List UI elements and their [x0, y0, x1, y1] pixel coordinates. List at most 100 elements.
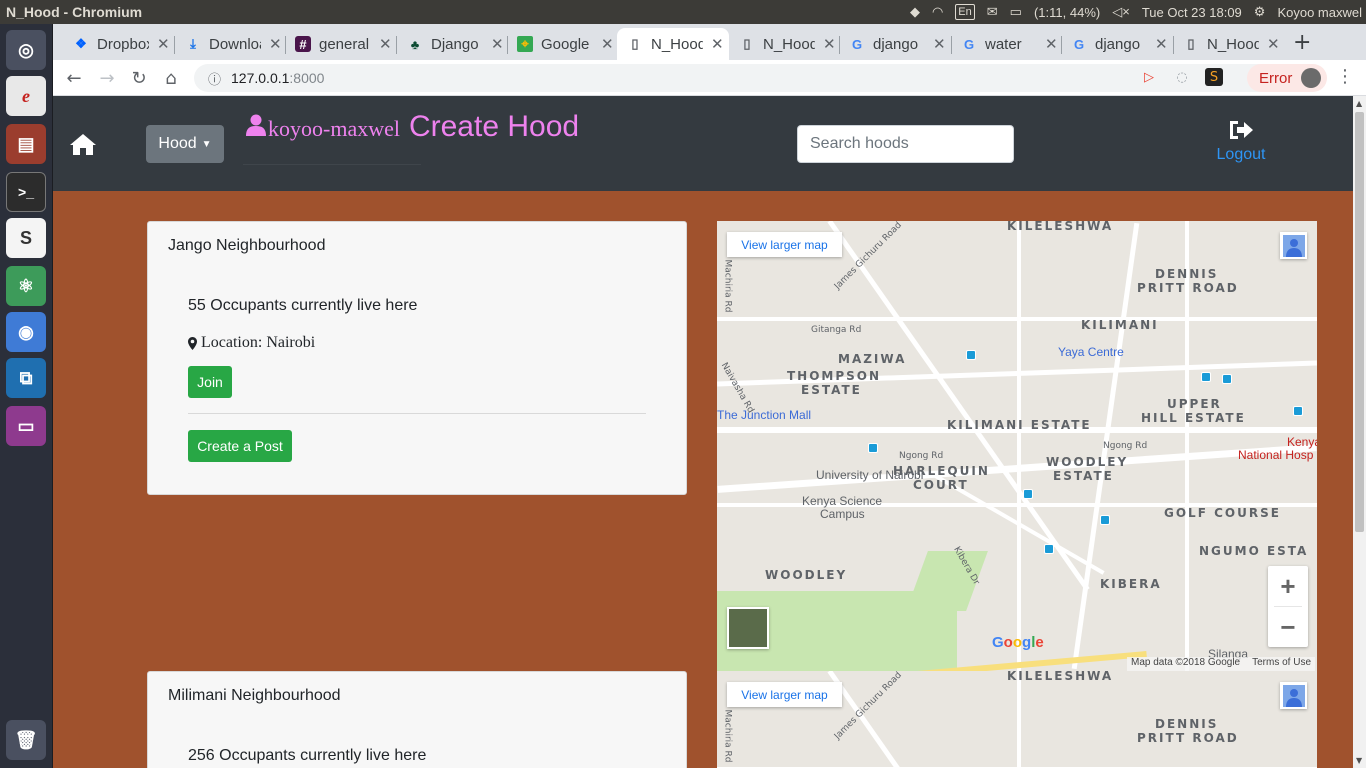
- home-icon[interactable]: [69, 132, 97, 156]
- volume-muted-icon[interactable]: ◁×: [1112, 4, 1130, 20]
- vscode-icon[interactable]: ⧉: [6, 358, 46, 398]
- street-label: Machiria Rd: [722, 709, 733, 763]
- error-label: Error: [1259, 69, 1293, 87]
- scroll-up-arrow-icon[interactable]: ▲: [1356, 99, 1362, 108]
- chromium-icon[interactable]: ◉: [6, 312, 46, 352]
- street-view-pegman-icon[interactable]: [1280, 232, 1307, 259]
- tab-dropbox[interactable]: ❖ Dropbox ✕: [63, 28, 173, 60]
- street-view-pegman-icon[interactable]: [1280, 682, 1307, 709]
- map-label: MAZIWA: [838, 352, 907, 366]
- join-button[interactable]: Join: [188, 366, 232, 398]
- hood-card: Jango Neighbourhood 55 Occupants current…: [147, 221, 687, 495]
- satellite-toggle-button[interactable]: [727, 607, 769, 649]
- mail-icon[interactable]: ✉: [987, 4, 998, 20]
- hood-name: Jango Neighbourhood: [168, 237, 326, 254]
- google-map-embed[interactable]: KILELESHWA DENNIS PRITT ROAD KILIMANI MA…: [717, 221, 1317, 671]
- tab-label: Django: [431, 35, 479, 53]
- page-scrollbar[interactable]: ▲ ▼: [1353, 96, 1366, 768]
- tab-n-hood-2[interactable]: ▯ N_Hood ✕: [1173, 28, 1283, 60]
- hood-location: Location: Nairobi: [188, 334, 315, 352]
- tab-label: N_Hood: [763, 35, 815, 53]
- browser-menu-icon[interactable]: ⋮: [1336, 66, 1354, 87]
- hood-dropdown-button[interactable]: Hood ▼: [146, 125, 224, 163]
- terminal-icon[interactable]: >_: [6, 172, 46, 212]
- close-icon[interactable]: ✕: [711, 35, 724, 53]
- view-larger-map-link[interactable]: View larger map: [727, 682, 842, 707]
- reload-button[interactable]: ↻: [127, 66, 151, 90]
- street-label: Machiria Rd: [722, 259, 733, 313]
- wifi-icon[interactable]: ◠: [932, 4, 943, 20]
- scroll-down-arrow-icon[interactable]: ▼: [1356, 756, 1362, 765]
- close-icon[interactable]: ✕: [269, 35, 282, 53]
- tab-n-hood-active[interactable]: ▯ N_Hood ✕: [617, 28, 729, 60]
- file-manager-icon[interactable]: ▤: [6, 124, 46, 164]
- tab-label: django: [1095, 35, 1141, 53]
- close-icon[interactable]: ✕: [823, 35, 836, 53]
- poi-label: The Junction Mall: [717, 408, 812, 422]
- zoom-out-button[interactable]: −: [1268, 607, 1308, 647]
- navbar-brand[interactable]: koyoo-maxwel Create Hood: [246, 110, 579, 144]
- tab-django-docs[interactable]: ♣ Django ✕: [397, 28, 507, 60]
- terms-of-use-link[interactable]: Terms of Use: [1252, 657, 1311, 671]
- tab-downloads[interactable]: ⤓ Downloads ✕: [175, 28, 285, 60]
- settings-gear-icon[interactable]: ⚙: [1254, 4, 1266, 20]
- create-post-button[interactable]: Create a Post: [188, 430, 292, 462]
- tab-google-django-2[interactable]: Gdjango ✕: [1061, 28, 1173, 60]
- close-icon[interactable]: ✕: [933, 35, 946, 53]
- tab-google-django[interactable]: Gdjango ✕: [839, 28, 951, 60]
- app-icon[interactable]: ▭: [6, 406, 46, 446]
- username-link[interactable]: koyoo-maxwel: [268, 116, 400, 142]
- browser-toolbar: ← → ↻ ⌂ ⓘ 127.0.0.1:8000 ★ ▷ ◌ S Error ⋮: [53, 60, 1366, 96]
- scrollbar-thumb[interactable]: [1355, 112, 1364, 532]
- system-top-panel: N_Hood - Chromium ◆ ◠ En ✉ ▭ (1:11, 44%)…: [0, 0, 1366, 24]
- extension-sync-icon[interactable]: ◌: [1173, 68, 1191, 86]
- keyboard-layout-indicator[interactable]: En: [955, 4, 975, 20]
- tab-google-water[interactable]: Gwater ✕: [951, 28, 1061, 60]
- caret-down-icon: ▼: [201, 138, 212, 150]
- google-map-embed[interactable]: KILELESHWA DENNIS PRITT ROAD James Gichu…: [717, 671, 1317, 768]
- tab-general[interactable]: # general ✕: [285, 28, 395, 60]
- ubuntu-dash-icon[interactable]: ◎: [6, 30, 46, 70]
- search-hoods-input[interactable]: [797, 125, 1014, 163]
- zoom-in-button[interactable]: +: [1268, 566, 1308, 606]
- trash-icon[interactable]: 🗑: [6, 720, 46, 760]
- slack-icon[interactable]: S: [6, 218, 46, 258]
- address-bar[interactable]: ⓘ 127.0.0.1:8000 ★: [194, 64, 1274, 92]
- view-larger-map-link[interactable]: View larger map: [727, 232, 842, 257]
- dropbox-tray-icon[interactable]: ◆: [910, 4, 920, 20]
- text-editor-icon[interactable]: e: [6, 76, 46, 116]
- close-icon[interactable]: ✕: [1267, 35, 1280, 53]
- atom-icon[interactable]: ⚛: [6, 266, 46, 306]
- google-maps-icon: ⌖: [517, 36, 533, 52]
- close-icon[interactable]: ✕: [1155, 35, 1168, 53]
- info-icon[interactable]: ⓘ: [208, 69, 221, 88]
- close-icon[interactable]: ✕: [379, 35, 392, 53]
- close-icon[interactable]: ✕: [1045, 35, 1058, 53]
- map-label: KILIMANI: [1081, 318, 1159, 332]
- extension-cast-icon[interactable]: ▷: [1140, 68, 1158, 86]
- close-icon[interactable]: ✕: [491, 35, 504, 53]
- url-port: :8000: [289, 70, 325, 86]
- page-icon: ▯: [631, 36, 639, 51]
- logout-label: Logout: [1216, 146, 1266, 163]
- google-icon: G: [1073, 36, 1085, 52]
- extension-s-icon[interactable]: S: [1205, 68, 1223, 86]
- profile-error-button[interactable]: Error: [1247, 64, 1327, 92]
- new-tab-button[interactable]: +: [1293, 30, 1311, 55]
- create-hood-link[interactable]: Create Hood: [409, 110, 579, 144]
- map-label: WOODLEY: [765, 568, 848, 582]
- forward-button[interactable]: →: [95, 66, 119, 90]
- map-label: KILIMANI ESTATE: [947, 418, 1092, 432]
- close-icon[interactable]: ✕: [601, 35, 614, 53]
- home-button[interactable]: ⌂: [159, 66, 183, 90]
- user-name[interactable]: Koyoo maxwel: [1277, 5, 1362, 20]
- clock[interactable]: Tue Oct 23 18:09: [1142, 5, 1242, 20]
- battery-icon[interactable]: ▭: [1010, 4, 1022, 20]
- tab-n-hood[interactable]: ▯ N_Hood ✕: [729, 28, 839, 60]
- logout-link[interactable]: Logout: [1213, 118, 1269, 164]
- battery-status[interactable]: (1:11, 44%): [1034, 5, 1100, 20]
- back-button[interactable]: ←: [62, 66, 86, 90]
- close-icon[interactable]: ✕: [157, 35, 170, 53]
- map-label: KIBERA: [1100, 577, 1162, 591]
- tab-google-maps[interactable]: ⌖ Google Maps ✕: [507, 28, 617, 60]
